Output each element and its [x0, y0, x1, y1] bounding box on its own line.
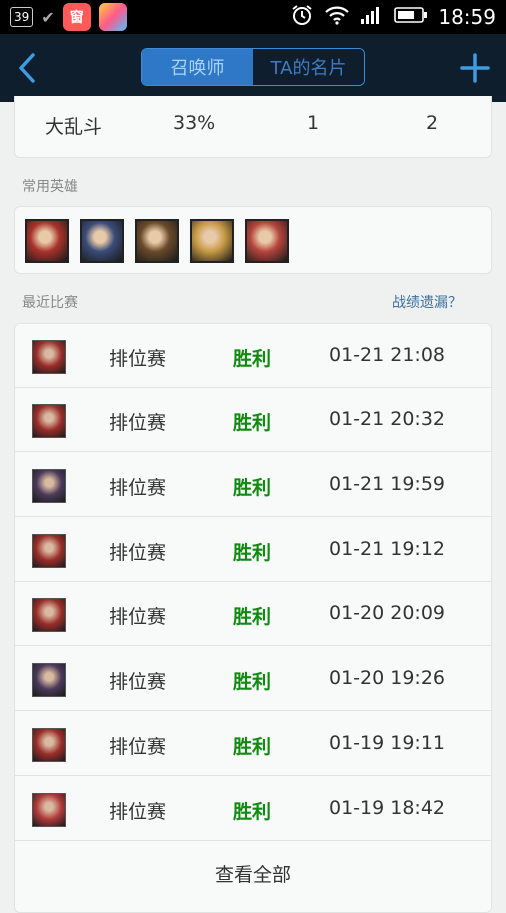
add-button[interactable] [458, 48, 492, 88]
section-title-recent: 最近比赛 [22, 295, 78, 311]
hero-portrait[interactable] [245, 219, 289, 263]
match-result: 胜利 [233, 348, 272, 370]
app-header: 召唤师 TA的名片 [0, 34, 506, 102]
match-result: 胜利 [233, 801, 272, 823]
hero-portrait[interactable] [135, 219, 179, 263]
signal-icon [360, 5, 384, 29]
favorite-heroes-card [14, 206, 492, 274]
hero-portrait[interactable] [190, 219, 234, 263]
section-title-heroes: 常用英雄 [22, 179, 78, 195]
match-type: 排位赛 [109, 477, 167, 499]
match-row[interactable]: 排位赛 胜利 01-20 20:09 [15, 582, 491, 646]
win-rate: 33% [173, 112, 216, 134]
match-type: 排位赛 [109, 412, 167, 434]
champion-icon [32, 793, 66, 827]
match-row[interactable]: 排位赛 胜利 01-21 21:08 [15, 324, 491, 388]
hero-portrait[interactable] [25, 219, 69, 263]
mode-stats-card: 大乱斗 33% 1 2 [14, 96, 492, 158]
match-row[interactable]: 排位赛 胜利 01-21 20:32 [15, 388, 491, 452]
app-store-icon: 窗 [62, 3, 91, 31]
champion-icon [32, 404, 66, 438]
clock-time: 18:59 [438, 5, 496, 29]
status-bar: 39 ✔ 窗 18:59 [0, 0, 506, 34]
back-button[interactable] [10, 48, 44, 88]
match-result: 胜利 [233, 736, 272, 758]
match-time: 01-21 20:32 [329, 408, 446, 430]
champion-icon [32, 469, 66, 503]
chevron-left-icon [19, 53, 35, 83]
stat-value-2: 2 [426, 112, 439, 134]
match-type: 排位赛 [109, 801, 167, 823]
champion-icon [32, 340, 66, 374]
tab-summoner[interactable]: 召唤师 [142, 49, 253, 85]
tab-ta-card[interactable]: TA的名片 [253, 49, 364, 85]
match-time: 01-19 19:11 [329, 732, 446, 754]
match-row[interactable]: 排位赛 胜利 01-20 19:26 [15, 647, 491, 711]
mode-name: 大乱斗 [45, 116, 103, 138]
battery-icon [394, 6, 428, 28]
match-time: 01-21 21:08 [329, 344, 446, 366]
champion-icon [32, 728, 66, 762]
match-row[interactable]: 排位赛 胜利 01-21 19:59 [15, 453, 491, 517]
match-result: 胜利 [233, 412, 272, 434]
match-type: 排位赛 [109, 606, 167, 628]
game-center-icon [98, 3, 127, 31]
check-icon: ✔ [41, 7, 55, 27]
champion-icon [32, 534, 66, 568]
stats-row: 大乱斗 33% 1 2 [15, 112, 491, 138]
hero-portrait[interactable] [80, 219, 124, 263]
plus-icon [460, 53, 490, 83]
recent-matches-card: 排位赛 胜利 01-21 21:08 排位赛 胜利 01-21 20:32 排位… [14, 323, 492, 913]
match-result: 胜利 [233, 606, 272, 628]
match-result: 胜利 [233, 542, 272, 564]
match-type: 排位赛 [109, 348, 167, 370]
match-time: 01-21 19:59 [329, 473, 446, 495]
match-row[interactable]: 排位赛 胜利 01-19 19:11 [15, 712, 491, 776]
match-row[interactable]: 排位赛 胜利 01-21 19:12 [15, 518, 491, 582]
match-result: 胜利 [233, 477, 272, 499]
notification-count-badge: 39 [10, 7, 34, 27]
match-type: 排位赛 [109, 671, 167, 693]
match-time: 01-19 18:42 [329, 797, 446, 819]
alarm-icon [290, 4, 314, 30]
wifi-icon [324, 5, 350, 29]
match-time: 01-20 19:26 [329, 667, 446, 689]
match-type: 排位赛 [109, 542, 167, 564]
champion-icon [32, 598, 66, 632]
stat-value-1: 1 [307, 112, 320, 134]
match-result: 胜利 [233, 671, 272, 693]
match-row[interactable]: 排位赛 胜利 01-19 18:42 [15, 777, 491, 841]
champion-icon [32, 663, 66, 697]
missing-record-link[interactable]: 战绩遗漏？ [392, 292, 462, 312]
tab-switcher: 召唤师 TA的名片 [141, 48, 365, 86]
match-time: 01-21 19:12 [329, 538, 446, 560]
match-type: 排位赛 [109, 736, 167, 758]
match-time: 01-20 20:09 [329, 602, 446, 624]
view-all-button[interactable]: 查看全部 [15, 842, 491, 904]
